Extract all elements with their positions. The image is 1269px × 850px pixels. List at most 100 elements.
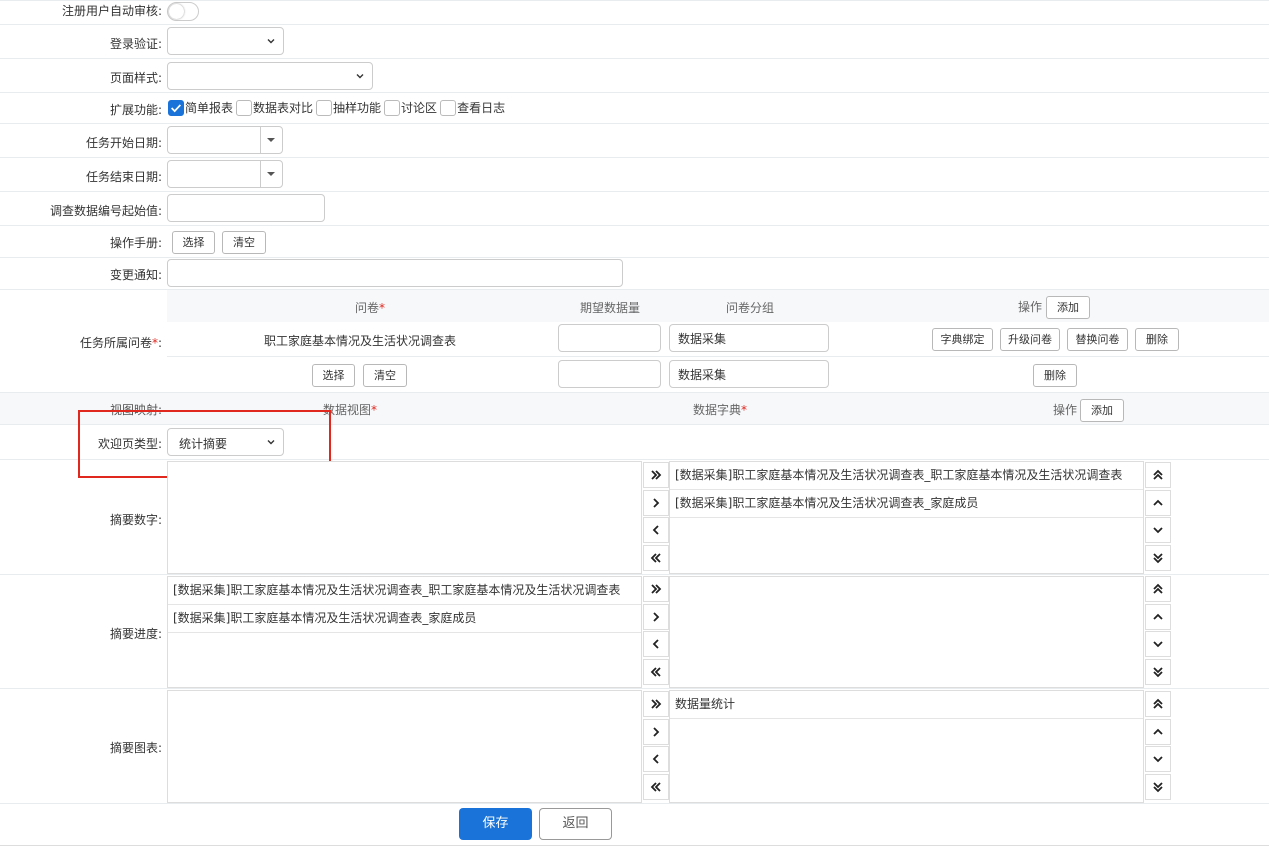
expected-count-input[interactable] (558, 324, 661, 352)
page-style-row: 页面样式: (0, 59, 1269, 93)
extension-checkbox-item[interactable]: 数据表对比 (236, 99, 313, 116)
move-down-button[interactable] (1145, 631, 1171, 657)
questionnaire-clear-button[interactable]: 清空 (363, 364, 407, 387)
extension-checkbox-item[interactable]: 抽样功能 (316, 99, 381, 116)
list-item[interactable]: [数据采集]职工家庭基本情况及生活状况调查表_职工家庭基本情况及生活状况调查表 (168, 577, 641, 605)
col-group-header: 问卷分组 (725, 301, 774, 315)
double-chevron-left-icon (650, 666, 661, 677)
extensions-label: 扩展功能: (109, 103, 162, 117)
summary-progress-available-list[interactable]: [数据采集]职工家庭基本情况及生活状况调查表_职工家庭基本情况及生活状况调查表[… (167, 576, 642, 688)
questionnaire-row: 任务所属问卷*: 问卷* 期望数据量 问卷分组 操作 添加 职工家庭基本情况及生… (0, 290, 1269, 393)
double-chevron-up-icon (1153, 469, 1163, 480)
move-all-right-button[interactable] (643, 691, 669, 717)
move-up-button[interactable] (1145, 718, 1171, 745)
move-top-button[interactable] (1145, 462, 1171, 488)
delete-button[interactable]: 删除 (1135, 328, 1179, 351)
move-down-button[interactable] (1145, 746, 1171, 772)
survey-start-row: 调查数据编号起始值: (0, 192, 1269, 226)
summary-progress-label: 摘要进度: (109, 627, 162, 641)
delete-button[interactable]: 删除 (1033, 364, 1077, 387)
move-right-button[interactable] (643, 489, 669, 516)
move-all-left-button[interactable] (643, 658, 669, 685)
manual-clear-button[interactable]: 清空 (222, 231, 266, 254)
chevron-right-icon (653, 497, 660, 508)
task-end-date-picker[interactable] (167, 160, 283, 188)
extension-checkbox-item[interactable]: 简单报表 (168, 99, 233, 116)
list-item[interactable]: [数据采集]职工家庭基本情况及生活状况调查表_家庭成员 (670, 490, 1143, 518)
add-view-map-button[interactable]: 添加 (1080, 399, 1124, 422)
move-right-button[interactable] (643, 718, 669, 745)
checkbox-icon[interactable] (440, 99, 457, 116)
extension-label: 数据表对比 (253, 101, 314, 115)
col-expected-header: 期望数据量 (579, 301, 640, 315)
expected-count-input[interactable] (558, 360, 661, 388)
group-input[interactable]: 数据采集 (669, 360, 829, 388)
dict-bind-button[interactable]: 字典绑定 (932, 328, 993, 351)
summary-progress-selected-list[interactable] (669, 576, 1144, 688)
summary-number-row: 摘要数字: [数据采集]职工家庭基本情况及生活状况调查表_职工家庭基本情况及生活… (0, 460, 1269, 575)
double-chevron-up-icon (1153, 583, 1163, 594)
change-notice-input[interactable] (167, 259, 623, 287)
manual-select-button[interactable]: 选择 (172, 231, 215, 254)
list-item[interactable]: 数据量统计 (670, 691, 1143, 719)
survey-start-input[interactable] (167, 194, 325, 222)
move-up-button[interactable] (1145, 603, 1171, 630)
toggle-knob (169, 4, 184, 19)
move-bottom-button[interactable] (1145, 658, 1171, 685)
group-input[interactable]: 数据采集 (669, 324, 829, 352)
extension-checkbox-item[interactable]: 查看日志 (440, 99, 505, 116)
move-down-button[interactable] (1145, 517, 1171, 543)
move-left-button[interactable] (643, 517, 669, 543)
summary-number-available-list[interactable] (167, 461, 642, 574)
move-bottom-button[interactable] (1145, 773, 1171, 800)
back-button[interactable]: 返回 (539, 808, 612, 840)
task-end-row: 任务结束日期: (0, 158, 1269, 192)
chevron-left-icon (652, 525, 659, 535)
checkbox-icon[interactable] (384, 99, 401, 116)
extensions-row: 扩展功能: 简单报表 数据表对比 抽样功能 讨论区 查看日志 (0, 93, 1269, 124)
list-item[interactable]: [数据采集]职工家庭基本情况及生活状况调查表_职工家庭基本情况及生活状况调查表 (670, 462, 1143, 490)
save-button[interactable]: 保存 (459, 808, 532, 840)
checkbox-icon[interactable] (236, 99, 253, 116)
summary-number-selected-list[interactable]: [数据采集]职工家庭基本情况及生活状况调查表_职工家庭基本情况及生活状况调查表[… (669, 461, 1144, 574)
upgrade-questionnaire-button[interactable]: 升级问卷 (1000, 328, 1060, 351)
move-right-button[interactable] (643, 603, 669, 630)
summary-chart-label: 摘要图表: (109, 741, 162, 755)
chevron-right-icon (653, 726, 660, 737)
questionnaire-select-button[interactable]: 选择 (312, 364, 355, 387)
summary-chart-available-list[interactable] (167, 690, 642, 803)
summary-chart-selected-list[interactable]: 数据量统计 (669, 690, 1144, 803)
page-style-select[interactable] (167, 62, 373, 90)
chevron-right-icon (653, 611, 660, 622)
double-chevron-left-icon (650, 552, 661, 563)
chevron-left-icon (652, 639, 659, 649)
task-start-date-picker[interactable] (167, 126, 283, 154)
move-left-button[interactable] (643, 746, 669, 772)
checkbox-checked-icon[interactable] (168, 99, 184, 116)
add-questionnaire-button[interactable]: 添加 (1046, 296, 1090, 319)
extension-label: 查看日志 (457, 101, 506, 115)
replace-questionnaire-button[interactable]: 替换问卷 (1067, 328, 1128, 351)
move-left-button[interactable] (643, 631, 669, 657)
move-all-right-button[interactable] (643, 462, 669, 488)
manual-row: 操作手册: 选择 清空 (0, 226, 1269, 258)
questionnaire-label: 任务所属问卷*: (79, 336, 162, 350)
questionnaire-name: 职工家庭基本情况及生活状况调查表 (263, 334, 456, 348)
move-top-button[interactable] (1145, 691, 1171, 717)
move-all-left-button[interactable] (643, 773, 669, 800)
chevron-up-icon (1153, 613, 1163, 620)
extension-checkbox-item[interactable]: 讨论区 (384, 99, 437, 116)
move-top-button[interactable] (1145, 576, 1171, 602)
move-all-right-button[interactable] (643, 576, 669, 602)
caret-down-icon (267, 138, 275, 142)
list-item[interactable]: [数据采集]职工家庭基本情况及生活状况调查表_家庭成员 (168, 605, 641, 633)
login-verify-select[interactable] (167, 27, 284, 55)
auto-review-toggle[interactable] (167, 2, 199, 21)
chevron-down-icon (267, 39, 275, 44)
checkbox-icon[interactable] (316, 99, 333, 116)
move-all-left-button[interactable] (643, 544, 669, 571)
move-bottom-button[interactable] (1145, 544, 1171, 571)
task-start-label: 任务开始日期: (85, 136, 162, 150)
chevron-up-icon (1153, 728, 1163, 735)
move-up-button[interactable] (1145, 489, 1171, 516)
